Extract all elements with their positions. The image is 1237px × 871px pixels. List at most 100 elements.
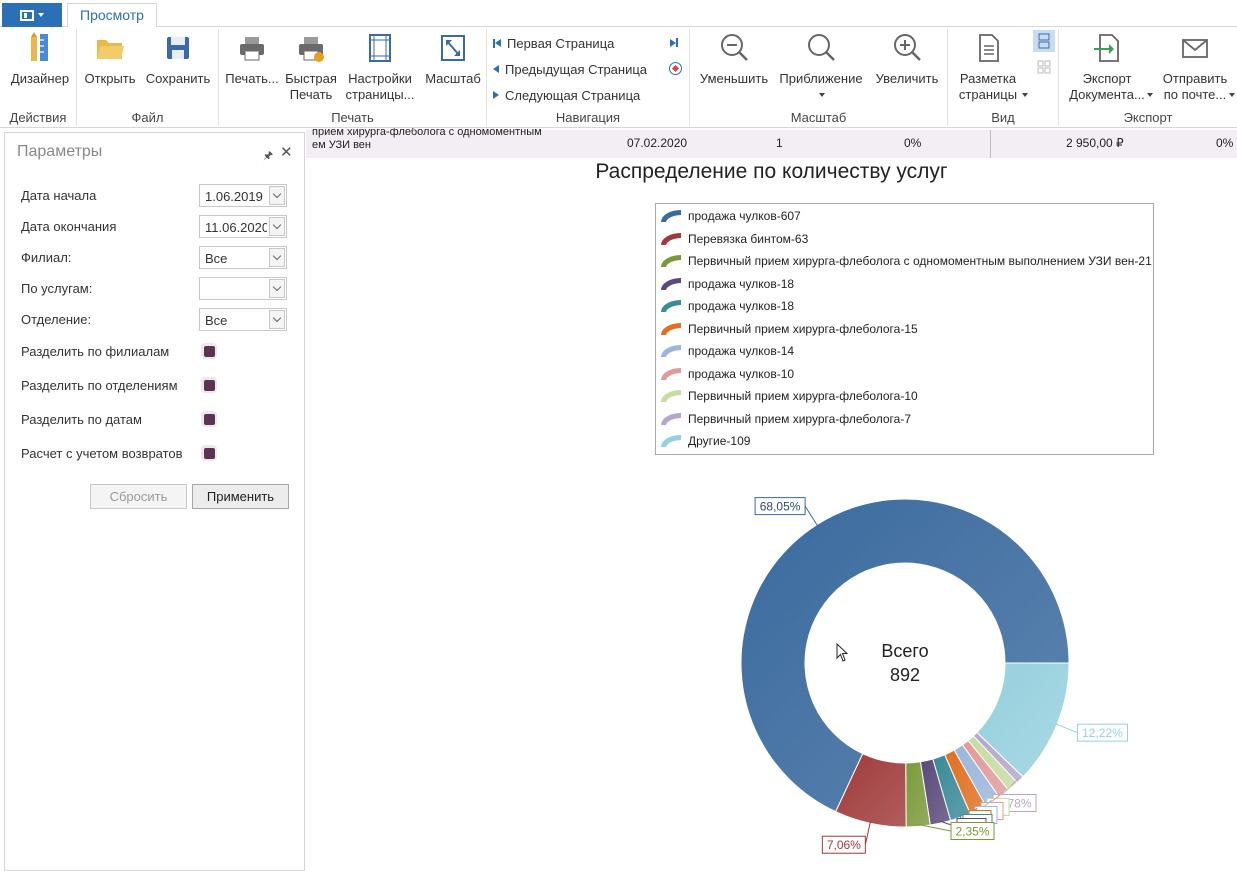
zoom-out-icon [718,31,750,65]
chevron-down-icon [272,220,282,230]
export-document-button[interactable]: Экспорт Документа... [1061,31,1153,103]
group-print: Печать... Быстрая Печать Настройки стран… [219,29,487,126]
donut-total-value: 892 [890,665,920,685]
split-dates-checkbox[interactable] [201,411,217,427]
zoom-icon [805,31,837,65]
label-leader-line [918,823,952,832]
dropdown-button[interactable] [269,279,285,298]
param-split-branches: Разделить по филиалам [21,340,291,364]
department-select[interactable]: Все [199,308,287,331]
chevron-down-icon [1147,93,1153,97]
document-icon [20,9,34,21]
go-to-page-button[interactable] [669,62,682,75]
param-split-departments: Разделить по отделениям [21,374,291,398]
mail-icon [1179,31,1211,65]
report-preview[interactable]: прием хирурга-флеболога с одномоментным … [306,128,1237,871]
send-mail-button[interactable]: Отправить по почте... [1155,31,1235,103]
branch-select[interactable]: Все [199,246,287,269]
data-label: 68,05% [760,500,801,514]
page-layout-button[interactable]: Разметка страницы [950,31,1028,103]
group-view: Разметка страницы Вид [948,29,1059,126]
multi-page-view-button[interactable] [1033,56,1055,78]
zoom-in-button[interactable]: Увеличить [870,31,944,87]
quick-printer-icon [295,31,327,65]
start-date-field[interactable]: 1.06.2019 [199,184,287,207]
split-branches-checkbox[interactable] [201,343,217,359]
page-setup-button[interactable]: Настройки страницы... [341,31,419,103]
mouse-cursor-icon [836,643,849,662]
open-button[interactable]: Открыть [81,31,139,87]
apply-button[interactable]: Применить [192,484,289,509]
param-start-date: Дата начала 1.06.2019 [21,184,291,208]
designer-button[interactable]: Дизайнер [7,31,73,87]
group-label-zoom: Масштаб [790,110,847,125]
printer-icon [236,31,268,65]
label-leader-line [1055,723,1078,734]
chevron-down-icon [272,251,282,261]
param-services: По услугам: [21,277,291,301]
param-department: Отделение: Все [21,308,291,332]
donut-center-label: Всего [881,641,928,661]
multi-page-icon [1037,60,1051,74]
save-button[interactable]: Сохранить [141,31,215,87]
scale-button[interactable]: Масштаб [421,31,485,87]
parameters-panel: Параметры 🖈 ✕ Дата начала 1.06.2019 Дата… [4,132,305,871]
dropdown-button[interactable] [269,310,285,329]
prev-page-button[interactable]: Предыдущая Страница [493,59,647,79]
next-page-button[interactable]: Следующая Страница [493,85,640,105]
zoom-in-icon [891,31,923,65]
returns-checkbox[interactable] [201,445,217,461]
group-label-view: Вид [991,110,1015,125]
folder-icon [94,31,126,65]
group-actions: Дизайнер Действия [0,29,77,126]
single-page-view-button[interactable] [1033,30,1055,52]
dropdown-button[interactable] [269,186,285,205]
chevron-down-icon [1229,93,1235,97]
page-setup-icon [364,31,396,65]
quick-print-button[interactable]: Быстрая Печать [283,31,339,103]
split-departments-checkbox[interactable] [201,377,217,393]
services-select[interactable] [199,277,287,300]
application-menu-button[interactable] [2,3,62,27]
chevron-down-icon [272,313,282,323]
pin-icon[interactable]: 🖈 [263,147,273,166]
param-split-dates: Разделить по датам [21,408,291,432]
group-label-export: Экспорт [1123,110,1173,125]
compass-icon [671,64,680,73]
panel-title: Параметры [17,143,103,160]
end-date-field[interactable]: 11.06.2020 [199,215,287,238]
group-label-file: Файл [131,110,164,125]
group-label-actions: Действия [9,110,67,125]
chevron-down-icon [272,189,282,199]
scale-icon [437,31,469,65]
label-leader-line [804,505,819,527]
data-label: 12,22% [1082,726,1123,740]
dropdown-button[interactable] [269,248,285,267]
chevron-down-icon [272,282,282,292]
page-layout-icon [972,31,1004,65]
chevron-down-icon [1022,93,1028,97]
donut-chart: Всего89212,22%0,78%1,1,1,1,2,02,02,35%7,… [740,497,1128,854]
group-label-print: Печать [331,110,374,125]
param-end-date: Дата окончания 11.06.2020 [21,215,291,239]
data-label: 7,06% [827,838,861,852]
last-page-button[interactable] [670,38,678,47]
group-label-navigation: Навигация [555,110,621,125]
label-leader-line [864,821,871,845]
dropdown-button[interactable] [269,217,285,236]
single-page-icon [1038,33,1050,49]
close-icon[interactable]: ✕ [280,143,293,161]
group-export: Экспорт Документа... Отправить по почте.… [1059,29,1237,126]
zoom-button[interactable]: Приближение [774,31,868,97]
group-zoom: Уменьшить Приближение Увеличить Масштаб [690,29,948,126]
tab-preview[interactable]: Просмотр [67,3,157,28]
zoom-out-button[interactable]: Уменьшить [694,31,774,87]
first-page-button[interactable]: Первая Страница [493,33,614,53]
print-button[interactable]: Печать... [222,31,282,87]
export-icon [1091,31,1123,65]
first-page-icon [493,38,501,48]
ribbon: Дизайнер Действия Открыть Сохранить Файл… [0,27,1237,128]
chevron-down-icon [819,93,825,97]
save-icon [162,31,194,65]
reset-button[interactable]: Сбросить [90,484,187,509]
